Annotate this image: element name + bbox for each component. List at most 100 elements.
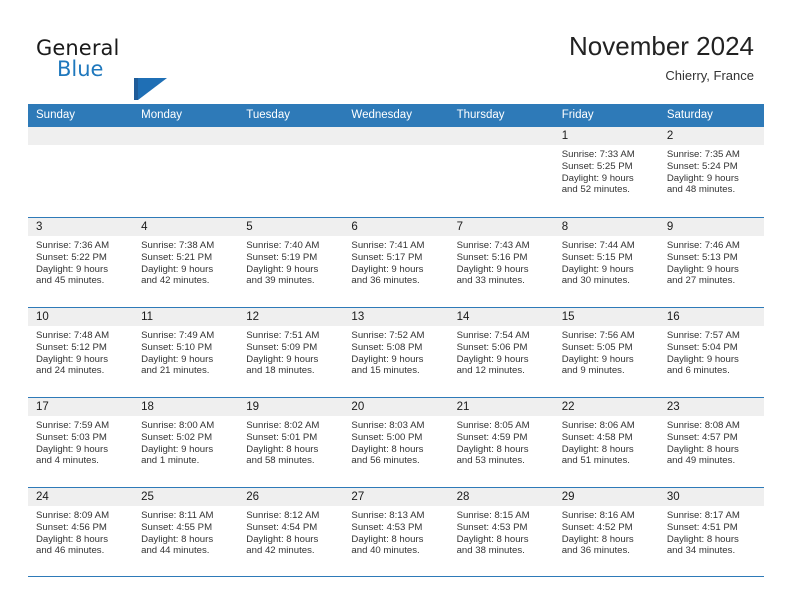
daylight-text-line2: and 6 minutes. [666,365,730,377]
day-cell[interactable] [238,127,344,217]
sunrise-text: Sunrise: 8:03 AM [351,420,425,431]
daylight-text-line1: Daylight: 8 hours [246,443,319,455]
day-cell[interactable]: 27 Sunrise: 8:13 AM Sunset: 4:53 PM Dayl… [343,488,449,576]
sunset-text: Sunset: 5:05 PM [561,341,633,353]
day-number [448,127,554,145]
day-number: 30 [658,488,764,506]
day-details: Sunrise: 7:43 AM Sunset: 5:16 PM Dayligh… [449,236,554,287]
day-cell[interactable]: 24 Sunrise: 8:09 AM Sunset: 4:56 PM Dayl… [28,488,134,576]
day-details [238,145,343,149]
day-cell[interactable]: 10 Sunrise: 7:48 AM Sunset: 5:12 PM Dayl… [28,308,134,397]
day-details [343,145,448,149]
sunset-text: Sunset: 4:57 PM [666,431,738,443]
day-cell[interactable] [133,127,239,217]
day-cell[interactable]: 25 Sunrise: 8:11 AM Sunset: 4:55 PM Dayl… [133,488,239,576]
sunrise-text: Sunrise: 7:52 AM [351,330,425,341]
sunrise-text: Sunrise: 7:51 AM [246,330,320,341]
day-cell[interactable]: 20 Sunrise: 8:03 AM Sunset: 5:00 PM Dayl… [343,398,449,487]
day-details: Sunrise: 7:35 AM Sunset: 5:24 PM Dayligh… [659,145,764,196]
sunrise-text: Sunrise: 8:00 AM [141,420,215,431]
sunrise-text: Sunrise: 7:41 AM [351,240,425,251]
day-cell[interactable]: 9 Sunrise: 7:46 AM Sunset: 5:13 PM Dayli… [658,218,764,307]
day-number: 16 [658,308,764,326]
daylight-text-line2: and 39 minutes. [246,275,315,287]
daylight-text-line2: and 58 minutes. [246,455,315,467]
day-cell[interactable] [28,127,134,217]
day-cell[interactable]: 14 Sunrise: 7:54 AM Sunset: 5:06 PM Dayl… [448,308,554,397]
sunrise-text: Sunrise: 7:44 AM [561,240,635,251]
day-details: Sunrise: 7:48 AM Sunset: 5:12 PM Dayligh… [28,326,133,377]
day-cell[interactable]: 21 Sunrise: 8:05 AM Sunset: 4:59 PM Dayl… [448,398,554,487]
day-number: 19 [238,398,344,416]
page-subtitle: Chierry, France [665,68,754,83]
daylight-text-line1: Daylight: 8 hours [666,533,739,545]
daylight-text-line1: Daylight: 9 hours [141,353,214,365]
sunset-text: Sunset: 5:02 PM [141,431,213,443]
daylight-text-line1: Daylight: 9 hours [141,443,214,455]
daylight-text-line2: and 36 minutes. [561,545,630,557]
daylight-text-line1: Daylight: 8 hours [351,443,424,455]
day-cell[interactable]: 22 Sunrise: 8:06 AM Sunset: 4:58 PM Dayl… [553,398,659,487]
day-cell[interactable] [343,127,449,217]
daylight-text-line1: Daylight: 9 hours [561,263,634,275]
day-cell[interactable]: 17 Sunrise: 7:59 AM Sunset: 5:03 PM Dayl… [28,398,134,487]
day-cell[interactable]: 8 Sunrise: 7:44 AM Sunset: 5:15 PM Dayli… [553,218,659,307]
weekday-header-wednesday: Wednesday [351,109,412,121]
daylight-text-line2: and 49 minutes. [666,455,736,467]
day-details: Sunrise: 7:33 AM Sunset: 5:25 PM Dayligh… [554,145,659,196]
day-cell[interactable]: 16 Sunrise: 7:57 AM Sunset: 5:04 PM Dayl… [658,308,764,397]
day-cell[interactable]: 28 Sunrise: 8:15 AM Sunset: 4:53 PM Dayl… [448,488,554,576]
day-number: 24 [28,488,134,506]
day-cell[interactable] [448,127,554,217]
daylight-text-line2: and 21 minutes. [141,365,210,377]
day-cell[interactable]: 1 Sunrise: 7:33 AM Sunset: 5:25 PM Dayli… [553,127,659,217]
week-row: 1 Sunrise: 7:33 AM Sunset: 5:25 PM Dayli… [28,127,764,217]
title-block: November 2024 Chierry, France [569,30,754,84]
day-cell[interactable]: 30 Sunrise: 8:17 AM Sunset: 4:51 PM Dayl… [658,488,764,576]
day-details: Sunrise: 7:51 AM Sunset: 5:09 PM Dayligh… [238,326,343,377]
daylight-text-line2: and 42 minutes. [246,545,315,557]
day-cell[interactable]: 26 Sunrise: 8:12 AM Sunset: 4:54 PM Dayl… [238,488,344,576]
sunset-text: Sunset: 5:08 PM [351,341,423,353]
day-cell[interactable]: 7 Sunrise: 7:43 AM Sunset: 5:16 PM Dayli… [448,218,554,307]
day-cell[interactable]: 23 Sunrise: 8:08 AM Sunset: 4:57 PM Dayl… [658,398,764,487]
day-details: Sunrise: 7:54 AM Sunset: 5:06 PM Dayligh… [449,326,554,377]
daylight-text-line1: Daylight: 9 hours [456,263,529,275]
day-details: Sunrise: 7:46 AM Sunset: 5:13 PM Dayligh… [659,236,764,287]
week-row: 3 Sunrise: 7:36 AM Sunset: 5:22 PM Dayli… [28,217,764,307]
page-header: General Blue November 2024 Chierry, Fran… [0,0,792,100]
day-cell[interactable]: 3 Sunrise: 7:36 AM Sunset: 5:22 PM Dayli… [28,218,134,307]
day-cell[interactable]: 29 Sunrise: 8:16 AM Sunset: 4:52 PM Dayl… [553,488,659,576]
day-cell[interactable]: 19 Sunrise: 8:02 AM Sunset: 5:01 PM Dayl… [238,398,344,487]
day-cell[interactable]: 13 Sunrise: 7:52 AM Sunset: 5:08 PM Dayl… [343,308,449,397]
day-cell[interactable]: 2 Sunrise: 7:35 AM Sunset: 5:24 PM Dayli… [658,127,764,217]
daylight-text-line2: and 30 minutes. [561,275,630,287]
day-cell[interactable]: 5 Sunrise: 7:40 AM Sunset: 5:19 PM Dayli… [238,218,344,307]
day-details: Sunrise: 8:02 AM Sunset: 5:01 PM Dayligh… [238,416,343,467]
calendar-grid: Sunday Monday Tuesday Wednesday Thursday… [28,104,764,577]
daylight-text-line2: and 34 minutes. [666,545,736,557]
day-cell[interactable]: 18 Sunrise: 8:00 AM Sunset: 5:02 PM Dayl… [133,398,239,487]
sunrise-text: Sunrise: 7:48 AM [36,330,110,341]
day-cell[interactable]: 12 Sunrise: 7:51 AM Sunset: 5:09 PM Dayl… [238,308,344,397]
day-details: Sunrise: 8:13 AM Sunset: 4:53 PM Dayligh… [343,506,448,557]
sunset-text: Sunset: 4:54 PM [246,521,318,533]
day-cell[interactable]: 4 Sunrise: 7:38 AM Sunset: 5:21 PM Dayli… [133,218,239,307]
day-number: 11 [133,308,239,326]
sunset-text: Sunset: 5:24 PM [666,160,738,172]
day-number: 15 [553,308,659,326]
day-cell[interactable]: 6 Sunrise: 7:41 AM Sunset: 5:17 PM Dayli… [343,218,449,307]
day-details: Sunrise: 7:56 AM Sunset: 5:05 PM Dayligh… [554,326,659,377]
daylight-text-line1: Daylight: 8 hours [561,443,634,455]
day-details: Sunrise: 7:57 AM Sunset: 5:04 PM Dayligh… [659,326,764,377]
daylight-text-line2: and 15 minutes. [351,365,420,377]
brand-logo[interactable]: General Blue [36,36,236,100]
daylight-text-line1: Daylight: 9 hours [351,353,424,365]
daylight-text-line1: Daylight: 9 hours [36,443,108,455]
day-cell[interactable]: 11 Sunrise: 7:49 AM Sunset: 5:10 PM Dayl… [133,308,239,397]
daylight-text-line1: Daylight: 9 hours [666,172,739,184]
sunset-text: Sunset: 5:15 PM [561,251,633,263]
day-cell[interactable]: 15 Sunrise: 7:56 AM Sunset: 5:05 PM Dayl… [553,308,659,397]
sunrise-text: Sunrise: 8:12 AM [246,510,320,521]
day-number: 7 [448,218,554,236]
